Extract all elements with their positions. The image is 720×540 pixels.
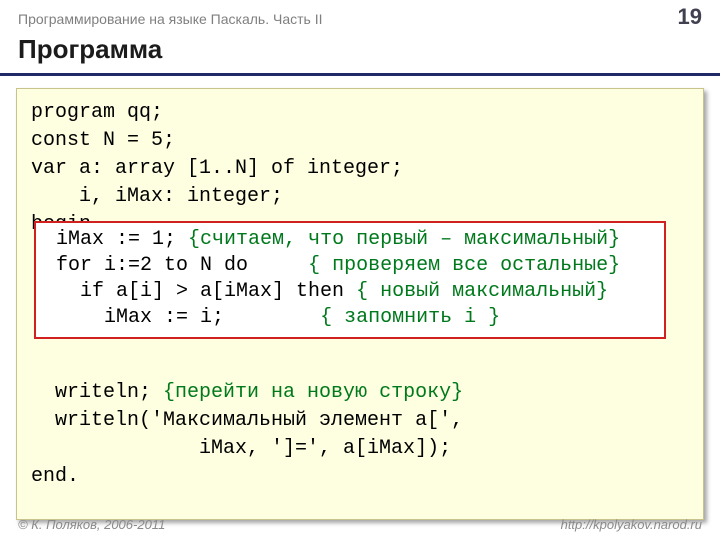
code-line: writeln('Максимальный элемент a[',: [31, 407, 689, 435]
highlight-line: for i:=2 to N do { проверяем все остальн…: [44, 253, 656, 279]
code-comment: {перейти на новую строку}: [163, 381, 463, 404]
course-title: Программирование на языке Паскаль. Часть…: [18, 11, 322, 27]
highlight-line: if a[i] > a[iMax] then { новый максималь…: [44, 279, 656, 305]
code-comment: { новый максимальный}: [356, 280, 608, 303]
code-comment: { проверяем все остальные}: [308, 254, 620, 277]
code-line: i, iMax: integer;: [31, 183, 689, 211]
code-line: iMax, ']=', a[iMax]);: [31, 435, 689, 463]
slide-footer: © К. Поляков, 2006-2011 http://kpolyakov…: [0, 511, 720, 540]
code-line: end.: [31, 463, 689, 491]
code-line: const N = 5;: [31, 127, 689, 155]
highlight-line: iMax := 1; {считаем, что первый – максим…: [44, 227, 656, 253]
title-bar: Программа: [0, 32, 720, 76]
code-comment: {считаем, что первый – максимальный}: [188, 228, 620, 251]
highlight-box: iMax := 1; {считаем, что первый – максим…: [34, 221, 666, 339]
slide-body: program qq; const N = 5; var a: array [1…: [0, 76, 720, 520]
highlight-line: iMax := i; { запомнить i }: [44, 305, 656, 331]
footer-url: http://kpolyakov.narod.ru: [561, 517, 702, 532]
page-number: 19: [678, 4, 702, 30]
slide-header: Программирование на языке Паскаль. Часть…: [0, 0, 720, 32]
copyright: © К. Поляков, 2006-2011: [18, 517, 165, 532]
slide-title: Программа: [18, 34, 702, 65]
code-line: program qq;: [31, 99, 689, 127]
code-line: [31, 351, 689, 379]
code-comment: { запомнить i }: [320, 306, 500, 329]
code-line: writeln; {перейти на новую строку}: [31, 379, 689, 407]
code-line: var a: array [1..N] of integer;: [31, 155, 689, 183]
